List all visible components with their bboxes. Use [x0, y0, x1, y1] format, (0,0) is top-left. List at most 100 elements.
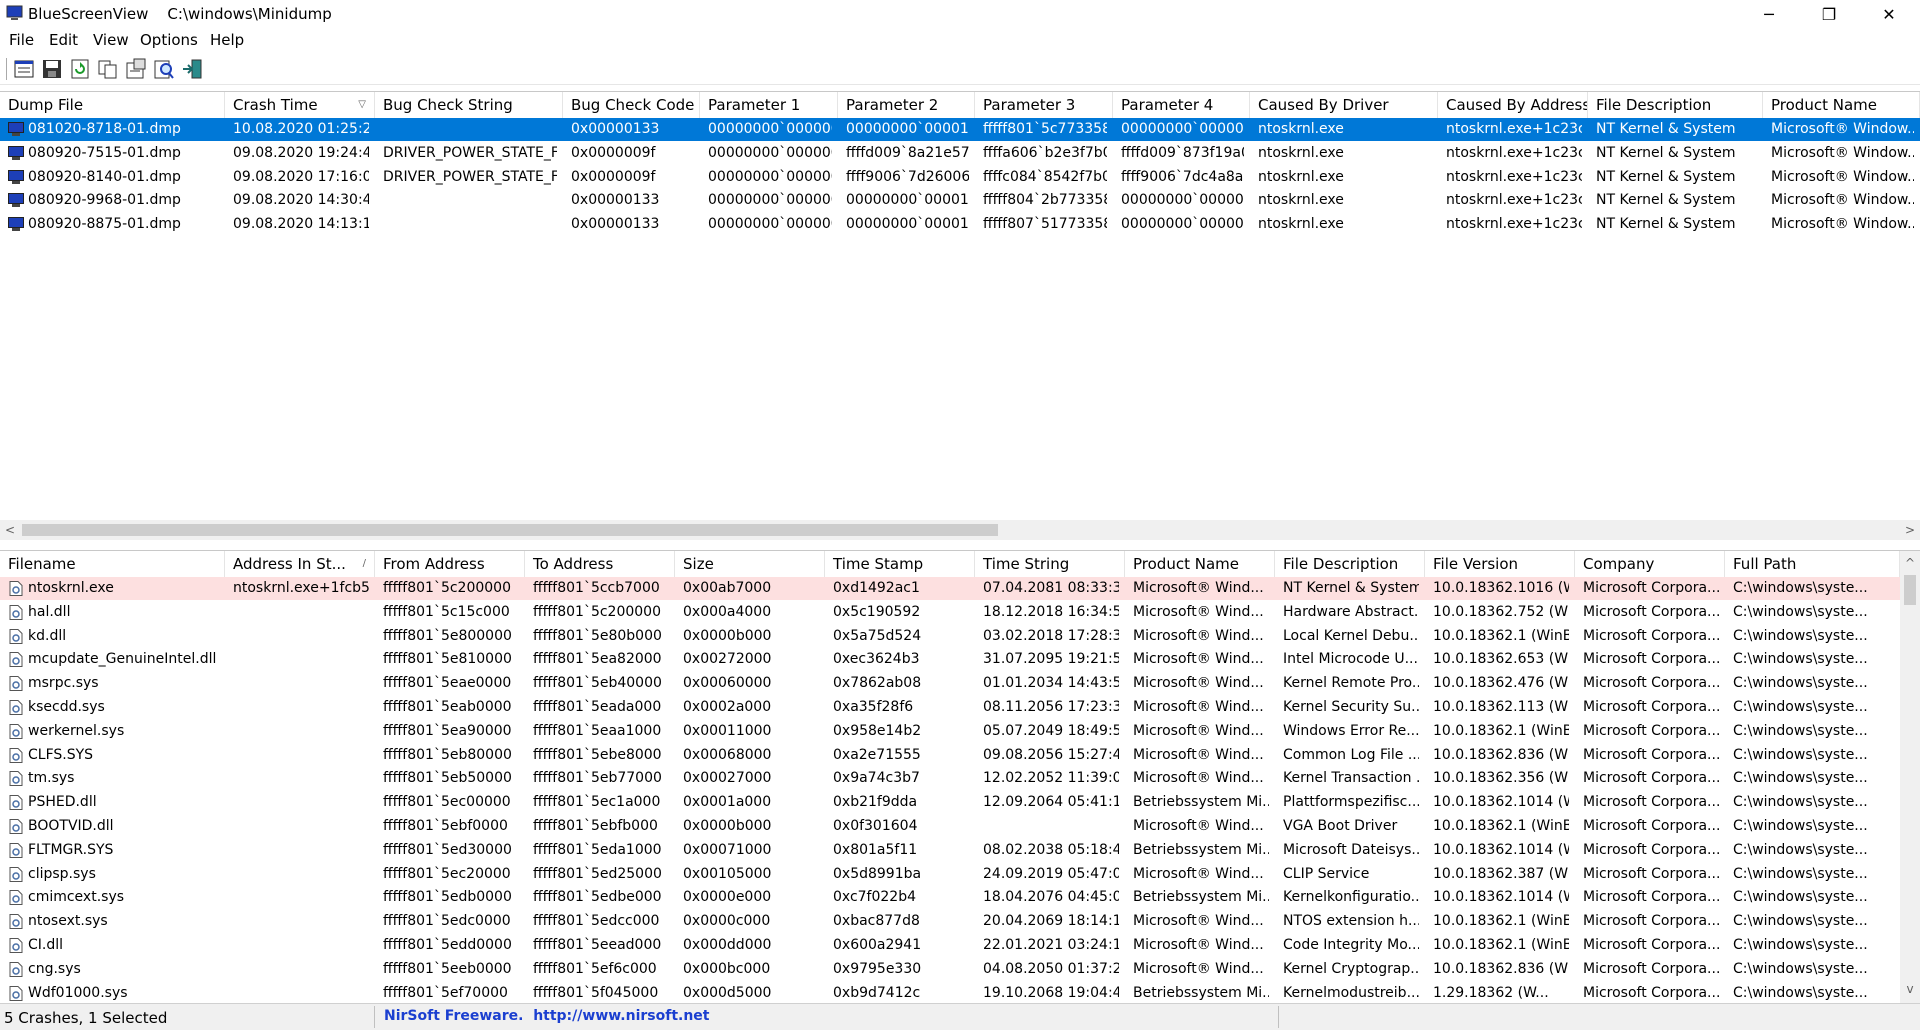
cell-crash-time: 09.08.2020 14:30:40: [233, 192, 369, 209]
menu-edit[interactable]: Edit: [49, 31, 78, 49]
cell-to-address: fffff801`5f045000: [533, 984, 659, 1001]
cell-parameter-2: 00000000`00001e...: [846, 121, 969, 137]
col-full-path[interactable]: Full Path: [1725, 551, 1900, 577]
driver-row[interactable]: ntoskrnl.exe ntoskrnl.exe+1fcb53 fffff801`…: [0, 577, 1920, 600]
dump-row[interactable]: 080920-7515-01.dmp 09.08.2020 19:24:47 DRI…: [0, 142, 1920, 165]
driver-list[interactable]: Filename Address In St... / From Address …: [0, 550, 1920, 1004]
menu-options[interactable]: Options: [140, 31, 198, 49]
dump-row[interactable]: 080920-9968-01.dmp 09.08.2020 14:30:40 0x0…: [0, 189, 1920, 212]
driver-row[interactable]: FLTMGR.SYS fffff801`5ed30000 fffff801`5eda…: [0, 839, 1920, 862]
dump-row[interactable]: 081020-8718-01.dmp 10.08.2020 01:25:28 0x0…: [0, 118, 1920, 141]
refresh-icon[interactable]: [68, 57, 92, 81]
driver-row[interactable]: PSHED.dll fffff801`5ec00000 fffff801`5ec1a…: [0, 791, 1920, 814]
driver-row[interactable]: tm.sys fffff801`5eb50000 fffff801`5eb77000…: [0, 767, 1920, 790]
exit-icon[interactable]: [180, 57, 204, 81]
cell-time-string: 08.11.2056 17:23:34: [983, 699, 1119, 715]
col-filename[interactable]: Filename: [0, 551, 225, 577]
driver-row[interactable]: hal.dll fffff801`5c15c000 fffff801`5c20000…: [0, 601, 1920, 624]
driver-row[interactable]: werkernel.sys fffff801`5ea90000 fffff801`5…: [0, 720, 1920, 743]
cell-time-string: 01.01.2034 14:43:52: [983, 675, 1119, 692]
vertical-scrollbar[interactable]: ^ v: [1900, 551, 1920, 1004]
driver-row[interactable]: mcupdate_GenuineIntel.dll fffff801`5e8100…: [0, 648, 1920, 671]
nirsoft-link[interactable]: NirSoft Freeware. http://www.nirsoft.net: [384, 1008, 710, 1024]
scroll-right-icon[interactable]: >: [1900, 520, 1920, 540]
driver-row[interactable]: Wdf01000.sys fffff801`5ef70000 fffff801`5f…: [0, 982, 1920, 1004]
scroll-down-icon[interactable]: v: [1900, 979, 1920, 999]
cell-filename: cmimcext.sys: [28, 889, 125, 906]
cell-company: Microsoft Corpora...: [1583, 913, 1719, 930]
options-icon[interactable]: [124, 57, 148, 81]
minimize-button[interactable]: ─: [1746, 0, 1792, 28]
cell-file-version: 10.0.18362.1 (WinB...: [1433, 722, 1569, 739]
menu-help[interactable]: Help: [210, 31, 244, 49]
save-icon[interactable]: [40, 57, 64, 81]
horizontal-scroll-thumb[interactable]: [22, 524, 998, 536]
col-from-address[interactable]: From Address: [375, 551, 525, 577]
cell-time-stamp: 0xbac877d8: [833, 913, 920, 930]
search-icon[interactable]: [152, 57, 176, 81]
col-parameter-3[interactable]: Parameter 3: [975, 92, 1113, 118]
col-size[interactable]: Size: [675, 551, 825, 577]
col-address-in-stack[interactable]: Address In St... /: [225, 551, 375, 577]
cell-size: 0x0000b000: [683, 627, 772, 644]
col-parameter-1[interactable]: Parameter 1: [700, 92, 838, 118]
scroll-up-icon[interactable]: ^: [1900, 553, 1920, 573]
driver-row[interactable]: cmimcext.sys fffff801`5edb0000 fffff801`5e…: [0, 886, 1920, 909]
restore-button[interactable]: ❐: [1806, 0, 1852, 28]
col-file-description[interactable]: File Description: [1588, 92, 1763, 118]
menu-view[interactable]: View: [93, 31, 129, 49]
cell-size: 0x00ab7000: [683, 580, 772, 596]
cell-company: Microsoft Corpora...: [1583, 699, 1719, 715]
col-to-address[interactable]: To Address: [525, 551, 675, 577]
col-bug-check-code[interactable]: Bug Check Code: [563, 92, 700, 118]
driver-row[interactable]: clipsp.sys fffff801`5ec20000 fffff801`5ed2…: [0, 863, 1920, 886]
properties-icon[interactable]: [12, 57, 36, 81]
col-caused-by-driver[interactable]: Caused By Driver: [1250, 92, 1438, 118]
copy-icon[interactable]: [96, 57, 120, 81]
cell-filename: clipsp.sys: [28, 865, 96, 882]
cell-address-in-stack: [225, 672, 369, 695]
col-parameter-4[interactable]: Parameter 4: [1113, 92, 1250, 118]
driver-row[interactable]: ksecdd.sys fffff801`5eab0000 fffff801`5ead…: [0, 696, 1920, 719]
cell-company: Microsoft Corpora...: [1583, 794, 1719, 811]
cell-company: Microsoft Corpora...: [1583, 770, 1719, 787]
col-file-version[interactable]: File Version: [1425, 551, 1575, 577]
close-button[interactable]: ✕: [1866, 0, 1912, 28]
col-bug-check-string[interactable]: Bug Check String: [375, 92, 563, 118]
col-time-stamp[interactable]: Time Stamp: [825, 551, 975, 577]
driver-row[interactable]: ntosext.sys fffff801`5edc0000 fffff801`5ed…: [0, 910, 1920, 933]
cell-to-address: fffff801`5ebe8000: [533, 746, 662, 763]
cell-company: Microsoft Corpora...: [1583, 603, 1719, 620]
driver-row[interactable]: msrpc.sys fffff801`5eae0000 fffff801`5eb40…: [0, 672, 1920, 695]
dump-row[interactable]: 080920-8140-01.dmp 09.08.2020 17:16:05 DRI…: [0, 166, 1920, 189]
dump-file-list[interactable]: Dump File Crash Time ▽ Bug Check String B…: [0, 91, 1920, 544]
col-caused-by-address[interactable]: Caused By Address: [1438, 92, 1588, 118]
col-product-name-2[interactable]: Product Name: [1125, 551, 1275, 577]
col-parameter-2[interactable]: Parameter 2: [838, 92, 975, 118]
col-crash-time[interactable]: Crash Time ▽: [225, 92, 375, 118]
horizontal-scrollbar[interactable]: < >: [0, 520, 1920, 540]
cell-bug-check-string: [375, 118, 557, 141]
dump-row[interactable]: 080920-8875-01.dmp 09.08.2020 14:13:16 0x0…: [0, 213, 1920, 236]
cell-full-path: C:\windows\syste...: [1733, 960, 1868, 977]
driver-row[interactable]: kd.dll fffff801`5e800000 fffff801`5e80b000…: [0, 625, 1920, 648]
driver-row[interactable]: CLFS.SYS fffff801`5eb80000 fffff801`5ebe80…: [0, 744, 1920, 767]
driver-row[interactable]: CI.dll fffff801`5edd0000 fffff801`5eead000…: [0, 934, 1920, 957]
col-time-string[interactable]: Time String: [975, 551, 1125, 577]
cell-file-description: NT Kernel & System: [1596, 168, 1736, 185]
col-product-name[interactable]: Product Name: [1763, 92, 1920, 118]
cell-bug-check-string: DRIVER_POWER_STATE_F...: [383, 144, 557, 161]
cell-from-address: fffff801`5ed30000: [383, 841, 512, 858]
scroll-left-icon[interactable]: <: [0, 520, 20, 540]
menu-file[interactable]: File: [9, 31, 34, 49]
driver-row[interactable]: BOOTVID.dll fffff801`5ebf0000 fffff801`5eb…: [0, 815, 1920, 838]
cell-address-in-stack: [225, 839, 369, 862]
col-dump-file[interactable]: Dump File: [0, 92, 225, 118]
col-file-description-2[interactable]: File Description: [1275, 551, 1425, 577]
cell-full-path: C:\windows\syste...: [1733, 865, 1868, 882]
col-company[interactable]: Company: [1575, 551, 1725, 577]
vertical-scroll-thumb[interactable]: [1904, 575, 1916, 605]
cell-parameter-4: ffff9006`7dc4a8a0: [1121, 168, 1244, 185]
cell-file-description: Hardware Abstract...: [1283, 603, 1419, 620]
driver-row[interactable]: cng.sys fffff801`5eeb0000 fffff801`5ef6c00…: [0, 958, 1920, 981]
